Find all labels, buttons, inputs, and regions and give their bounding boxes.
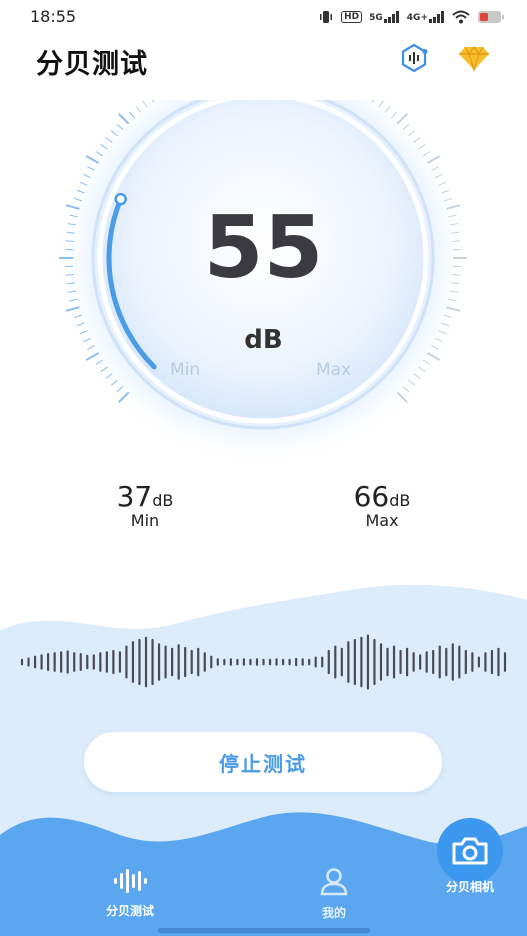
- max-stat: 66dB Max: [322, 480, 442, 530]
- signal-icon: [429, 11, 444, 23]
- gauge-max-label: Max: [316, 360, 352, 380]
- sound-meter-icon: [401, 43, 428, 73]
- min-unit: dB: [152, 491, 174, 510]
- status-bar: 18:55 HD 5G 4G+: [0, 0, 527, 34]
- gauge-min-label: Min: [170, 360, 201, 380]
- vip-button[interactable]: [456, 40, 492, 76]
- max-label: Max: [365, 511, 399, 530]
- sound-wave-icon: [114, 869, 147, 893]
- max-value: 66: [353, 480, 390, 513]
- status-icons: HD 5G 4G+: [318, 8, 505, 26]
- max-unit: dB: [389, 491, 411, 510]
- wifi-icon: [452, 10, 470, 24]
- decibel-unit: dB: [244, 325, 283, 355]
- signal-4g: 4G+: [407, 11, 445, 23]
- min-stat: 37dB Min: [85, 480, 205, 530]
- page-title: 分贝测试: [36, 49, 148, 80]
- nav-item-decibel-test[interactable]: 分贝测试: [70, 868, 190, 919]
- hd-badge: HD: [341, 11, 363, 23]
- signal-icon: [383, 11, 399, 23]
- diamond-vip-icon: [459, 45, 489, 72]
- user-icon: [320, 868, 348, 896]
- sound-meter-button[interactable]: [396, 40, 432, 76]
- decibel-camera-button[interactable]: [437, 818, 503, 884]
- camera-icon: [452, 837, 488, 865]
- vibrate-icon: [320, 11, 333, 23]
- signal-5g: 5G: [369, 11, 400, 23]
- net-4g-label: 4G+: [406, 13, 428, 23]
- min-value: 37: [116, 480, 153, 513]
- home-indicator: [158, 928, 370, 933]
- decibel-value: 55: [203, 198, 324, 298]
- battery-icon: [478, 11, 504, 23]
- nav-label-mine: 我的: [321, 906, 346, 920]
- nav-item-mine[interactable]: 我的: [274, 868, 394, 921]
- decibel-camera-label: 分贝相机: [445, 880, 494, 894]
- net-5g-label: 5G: [369, 13, 383, 23]
- gauge-level-knob: [114, 192, 127, 206]
- stop-test-button[interactable]: 停止测试: [84, 732, 442, 792]
- min-label: Min: [130, 511, 160, 530]
- status-time: 18:55: [30, 7, 77, 26]
- nav-label-decibel-test: 分贝测试: [105, 904, 154, 918]
